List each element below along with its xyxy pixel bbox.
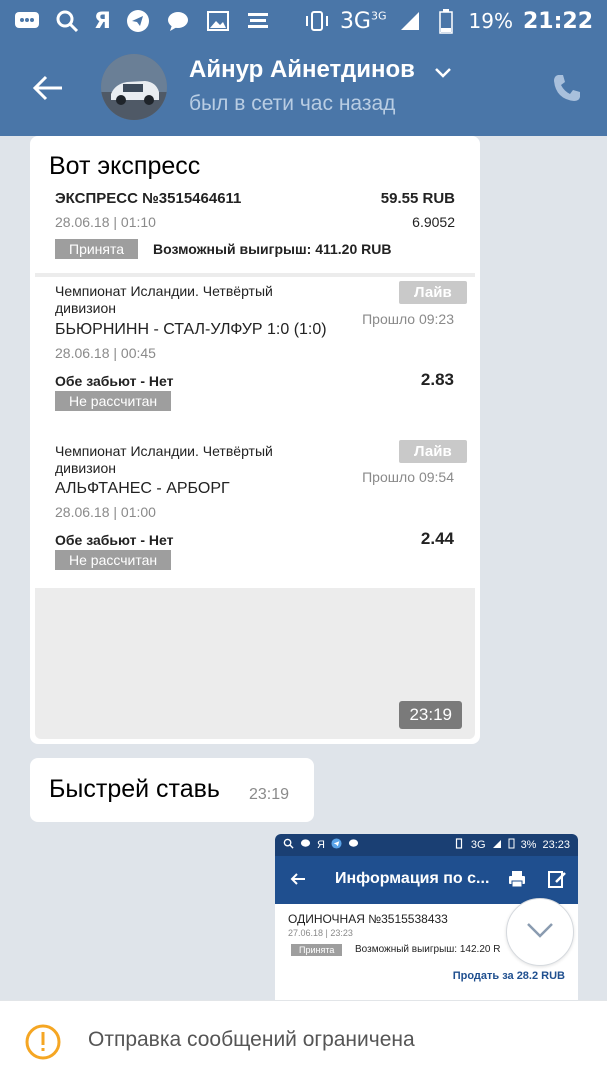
event-odds: 2.44 (420, 529, 454, 548)
telegram-icon (331, 838, 342, 852)
message-icon (300, 838, 311, 852)
battery-percent: 3% (520, 839, 537, 851)
live-badge: Лайв (399, 281, 467, 304)
chevron-down-icon[interactable] (433, 62, 453, 82)
battery-icon (433, 8, 459, 34)
single-date: 27.06.18 | 23:23 (288, 928, 353, 938)
telegram-icon (125, 8, 151, 34)
mini-title: Информация по с... (335, 870, 490, 887)
print-icon (507, 869, 527, 893)
status-badge: Не рассчитан (55, 550, 172, 570)
express-card: ЭКСПРЕСС №3515464611 59.55 RUB 28.06.18 … (35, 193, 475, 273)
event-bet: Обе забьют - Нет (55, 532, 174, 548)
live-badge: Лайв (399, 440, 467, 463)
chat-header: Айнур Айнетдинов был в сети час назад (0, 42, 607, 136)
battery-icon (508, 838, 515, 852)
notice-text: Отправка сообщений ограничена (88, 1028, 415, 1051)
single-title: ОДИНОЧНАЯ №3515538433 (288, 912, 448, 926)
image-icon (205, 8, 231, 34)
chat-icon (348, 838, 359, 852)
event-passed: Прошло 09:54 (362, 469, 454, 485)
message-text: Быстрей ставь (49, 775, 220, 803)
network-type: 3G3G (339, 8, 387, 34)
mini-status-bar: Я 3G 3% 23:23 (275, 834, 578, 856)
event-date: 28.06.18 | 00:45 (55, 345, 156, 361)
message-bubble[interactable]: Быстрей ставь 23:19 (30, 758, 314, 822)
event-league: Чемпионат Исландии. Четвёртый дивизион (55, 443, 273, 476)
back-arrow-icon[interactable] (30, 70, 66, 106)
possible-win: Возможный выигрыш: 411.20 RUB (153, 241, 392, 257)
signal-icon (397, 8, 423, 34)
phone-icon[interactable] (551, 72, 583, 104)
event-bet: Обе забьют - Нет (55, 373, 174, 389)
battery-percent: 19% (468, 9, 513, 33)
warning-icon (24, 1023, 62, 1061)
chevron-down-icon (525, 921, 555, 943)
mini-app-bar: Информация по с... (275, 856, 578, 904)
search-icon (54, 8, 80, 34)
chat-bubble-dots-icon (14, 8, 40, 34)
event-date: 28.06.18 | 01:00 (55, 504, 156, 520)
event-league: Чемпионат Исландии. Четвёртый дивизион (55, 283, 273, 316)
accepted-badge: Принята (291, 944, 343, 956)
status-badge: Не рассчитан (55, 391, 172, 411)
event-odds: 2.83 (420, 370, 454, 389)
message-bubble[interactable]: Вот экспресс ЭКСПРЕСС №3515464611 59.55 … (30, 136, 480, 744)
restriction-notice: Отправка сообщений ограничена (0, 1000, 607, 1080)
accepted-badge: Принята (55, 239, 139, 259)
express-date: 28.06.18 | 01:10 (55, 214, 156, 230)
attached-screenshot[interactable]: ЭКСПРЕСС №3515464611 59.55 RUB 28.06.18 … (35, 193, 475, 739)
event-teams: АЛЬФТАНЕС - АРБОРГ (55, 480, 230, 497)
events-card: Чемпионат Исландии. Четвёртый дивизион Л… (35, 277, 475, 588)
network-type: 3G (470, 839, 486, 851)
vibrate-icon (304, 8, 330, 34)
sell-link: Продать за 28.2 RUB (452, 970, 565, 982)
signal-icon (492, 839, 502, 852)
contact-status: был в сети час назад (189, 92, 396, 115)
status-bar: Я 3G3G 19% 21:22 (0, 0, 607, 42)
yandex-icon: Я (94, 8, 111, 34)
possible-win: Возможный выигрыш: 142.20 R (355, 944, 501, 955)
notes-icon (245, 8, 271, 34)
avatar[interactable] (101, 54, 167, 120)
express-amount: 59.55 RUB (380, 193, 455, 205)
express-title: ЭКСПРЕСС №3515464611 (55, 193, 242, 205)
scroll-down-button[interactable] (506, 898, 574, 966)
event-passed: Прошло 09:23 (362, 311, 454, 327)
edit-icon (547, 869, 567, 893)
express-coef: 6.9052 (412, 214, 455, 230)
back-arrow-icon (289, 870, 307, 892)
clock: 21:22 (522, 8, 593, 34)
vibrate-icon (453, 838, 465, 852)
message-time: 23:19 (399, 701, 462, 729)
search-icon (283, 838, 294, 852)
contact-name[interactable]: Айнур Айнетдинов (189, 56, 415, 84)
yandex-icon: Я (317, 839, 325, 851)
clock: 23:23 (542, 839, 570, 851)
chat-area[interactable]: Вот экспресс ЭКСПРЕСС №3515464611 59.55 … (0, 136, 607, 1000)
message-text: Вот экспресс (49, 152, 201, 180)
message-time: 23:19 (249, 786, 290, 803)
message-icon (165, 8, 191, 34)
event-teams: БЬЮРНИНН - СТАЛ-УЛФУР 1:0 (1:0) (55, 321, 327, 338)
